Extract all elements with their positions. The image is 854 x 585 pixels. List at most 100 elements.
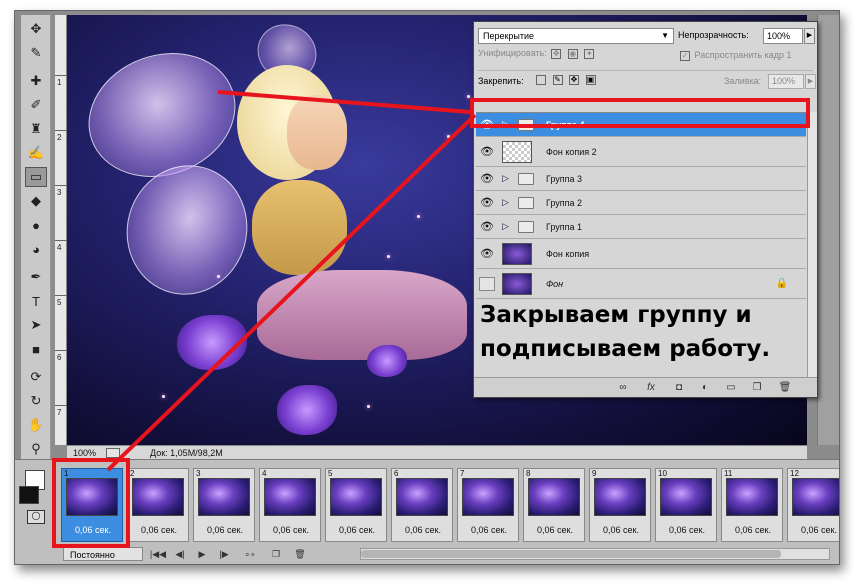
layer-style-icon[interactable]: fx bbox=[644, 381, 658, 395]
eye-hidden-icon[interactable] bbox=[479, 276, 495, 291]
animation-panel: ◯ 1 0,06 сек. 2 0,06 сек. 3 0,06 сек. 4 … bbox=[15, 459, 839, 564]
propagate-checkbox[interactable]: ✓ bbox=[680, 50, 690, 61]
opacity-slider-button[interactable]: ▶ bbox=[804, 28, 815, 44]
frame-delay[interactable]: 0,06 сек. bbox=[196, 525, 254, 535]
play-icon[interactable]: ▶ bbox=[193, 547, 211, 561]
eye-icon[interactable]: 👁 bbox=[479, 220, 495, 234]
stamp-tool-icon[interactable]: ♜ bbox=[25, 119, 47, 139]
loop-select[interactable]: Постоянно bbox=[63, 547, 143, 561]
fill-slider-button[interactable]: ▶ bbox=[805, 74, 816, 89]
eye-icon[interactable]: 👁 bbox=[479, 196, 495, 210]
new-group-icon[interactable]: ▭ bbox=[724, 381, 738, 395]
blend-mode-select[interactable]: Перекрытие ▼ bbox=[478, 28, 674, 44]
eraser-tool-icon[interactable]: ▭ bbox=[25, 167, 47, 187]
unify-style-icon[interactable]: ✦ bbox=[584, 48, 595, 59]
lock-position-icon[interactable]: ✥ bbox=[569, 74, 580, 85]
layer-row-group-2[interactable]: 👁 ▷ Группа 2 bbox=[476, 191, 806, 215]
frame-number: 6 bbox=[394, 469, 399, 478]
timeline-scrollbar[interactable] bbox=[360, 548, 830, 560]
frame-delay[interactable]: 0,06 сек. bbox=[262, 525, 320, 535]
ruler-number: 3 bbox=[57, 188, 62, 197]
frame-delay[interactable]: 0,06 сек. bbox=[592, 525, 650, 535]
move-tool-icon[interactable]: ✥ bbox=[25, 19, 47, 39]
expand-triangle-icon[interactable]: ▷ bbox=[502, 221, 509, 232]
lock-transparency-icon[interactable] bbox=[536, 74, 546, 85]
duplicate-frame-icon[interactable]: ❐ bbox=[267, 547, 285, 561]
status-menu-icon[interactable] bbox=[106, 447, 121, 458]
paint-bucket-icon[interactable]: ◆ bbox=[25, 191, 47, 211]
zoom-level[interactable]: 100% bbox=[67, 448, 102, 458]
healing-brush-icon[interactable]: ✚ bbox=[25, 71, 47, 91]
animation-frame-12[interactable]: 12 0,06 сек. bbox=[787, 468, 839, 542]
layer-row-background[interactable]: Фон 🔒 bbox=[476, 269, 806, 299]
animation-frame-9[interactable]: 9 0,06 сек. bbox=[589, 468, 651, 542]
zoom-tool-icon[interactable]: ⚲ bbox=[25, 439, 47, 459]
animation-frame-6[interactable]: 6 0,06 сек. bbox=[391, 468, 453, 542]
vertical-ruler: 1 2 3 4 5 6 7 bbox=[55, 15, 67, 445]
animation-frame-11[interactable]: 11 0,06 сек. bbox=[721, 468, 783, 542]
animation-frame-2[interactable]: 2 0,06 сек. bbox=[127, 468, 189, 542]
trash-icon[interactable]: 🗑 bbox=[778, 381, 792, 395]
first-frame-icon[interactable]: |◀◀ bbox=[149, 547, 167, 561]
ruler-number: 4 bbox=[57, 243, 62, 252]
eye-icon[interactable]: 👁 bbox=[479, 172, 495, 186]
animation-frame-10[interactable]: 10 0,06 сек. bbox=[655, 468, 717, 542]
animation-frame-3[interactable]: 3 0,06 сек. bbox=[193, 468, 255, 542]
frame-delay[interactable]: 0,06 сек. bbox=[526, 525, 584, 535]
lock-all-icon[interactable]: ▣ bbox=[585, 74, 596, 85]
sparkle bbox=[162, 395, 165, 398]
expand-triangle-icon[interactable]: ▷ bbox=[502, 173, 509, 184]
animation-frame-4[interactable]: 4 0,06 сек. bbox=[259, 468, 321, 542]
opacity-input[interactable]: 100% bbox=[763, 28, 803, 44]
folder-icon bbox=[518, 196, 534, 209]
expand-triangle-icon[interactable]: ▷ bbox=[502, 197, 509, 208]
layer-row-bg-copy-2[interactable]: 👁 Фон копия 2 bbox=[476, 137, 806, 167]
eye-icon[interactable]: 👁 bbox=[479, 247, 495, 261]
frame-delay[interactable]: 0,06 сек. bbox=[724, 525, 782, 535]
previous-frame-icon[interactable]: ◀| bbox=[171, 547, 189, 561]
frame-delay[interactable]: 0,06 сек. bbox=[790, 525, 839, 535]
next-frame-icon[interactable]: |▶ bbox=[215, 547, 233, 561]
ruler-number: 2 bbox=[57, 133, 62, 142]
shape-tool-icon[interactable]: ■ bbox=[25, 339, 47, 359]
type-tool-icon[interactable]: T bbox=[25, 291, 47, 311]
tween-icon[interactable]: ∘∘ bbox=[241, 547, 259, 561]
frame-delay[interactable]: 0,06 сек. bbox=[460, 525, 518, 535]
layer-row-group-3[interactable]: 👁 ▷ Группа 3 bbox=[476, 167, 806, 191]
path-selection-icon[interactable]: ➤ bbox=[25, 315, 47, 335]
unify-visibility-icon[interactable]: ◉ bbox=[567, 48, 578, 59]
pen-tool-icon[interactable]: ✒ bbox=[25, 267, 47, 287]
fill-input[interactable]: 100% bbox=[768, 74, 804, 89]
frame-delay[interactable]: 0,06 сек. bbox=[130, 525, 188, 535]
frame-delay[interactable]: 0,06 сек. bbox=[328, 525, 386, 535]
new-layer-icon[interactable]: ❐ bbox=[750, 381, 764, 395]
layers-scrollbar[interactable] bbox=[807, 112, 817, 378]
layer-mask-icon[interactable]: ◘ bbox=[672, 381, 686, 395]
3d-rotate-icon[interactable]: ⟳ bbox=[25, 367, 47, 387]
animation-frame-8[interactable]: 8 0,06 сек. bbox=[523, 468, 585, 542]
quick-mask-icon[interactable]: ◯ bbox=[27, 510, 45, 524]
link-layers-icon[interactable]: ∞ bbox=[616, 381, 630, 395]
frame-thumbnail bbox=[660, 478, 712, 516]
3d-orbit-icon[interactable]: ↻ bbox=[25, 391, 47, 411]
frame-delay[interactable]: 0,06 сек. bbox=[658, 525, 716, 535]
frame-delay[interactable]: 0,06 сек. bbox=[394, 525, 452, 535]
adjustment-layer-icon[interactable]: ◐ bbox=[698, 381, 712, 395]
layer-name: Группа 3 bbox=[546, 173, 583, 184]
animation-frame-7[interactable]: 7 0,06 сек. bbox=[457, 468, 519, 542]
animation-frame-5[interactable]: 5 0,06 сек. bbox=[325, 468, 387, 542]
history-brush-icon[interactable]: ✍ bbox=[25, 143, 47, 163]
hand-tool-icon[interactable]: ✋ bbox=[25, 415, 47, 435]
unify-position-icon[interactable]: ✥ bbox=[551, 48, 562, 59]
layer-row-bg-copy[interactable]: 👁 Фон копия bbox=[476, 239, 806, 269]
brush-tool-icon[interactable]: ✐ bbox=[25, 95, 47, 115]
frame-thumbnail bbox=[330, 478, 382, 516]
background-color-swatch[interactable] bbox=[19, 486, 39, 504]
dodge-tool-icon[interactable]: ◕ bbox=[25, 239, 47, 259]
layer-row-group-1[interactable]: 👁 ▷ Группа 1 bbox=[476, 215, 806, 239]
blur-tool-icon[interactable]: ● bbox=[25, 215, 47, 235]
eye-icon[interactable]: 👁 bbox=[479, 145, 495, 159]
delete-frame-icon[interactable]: 🗑 bbox=[291, 547, 309, 561]
eyedropper-tool-icon[interactable]: ✎ bbox=[25, 43, 47, 63]
lock-pixels-icon[interactable]: ✎ bbox=[552, 74, 563, 85]
